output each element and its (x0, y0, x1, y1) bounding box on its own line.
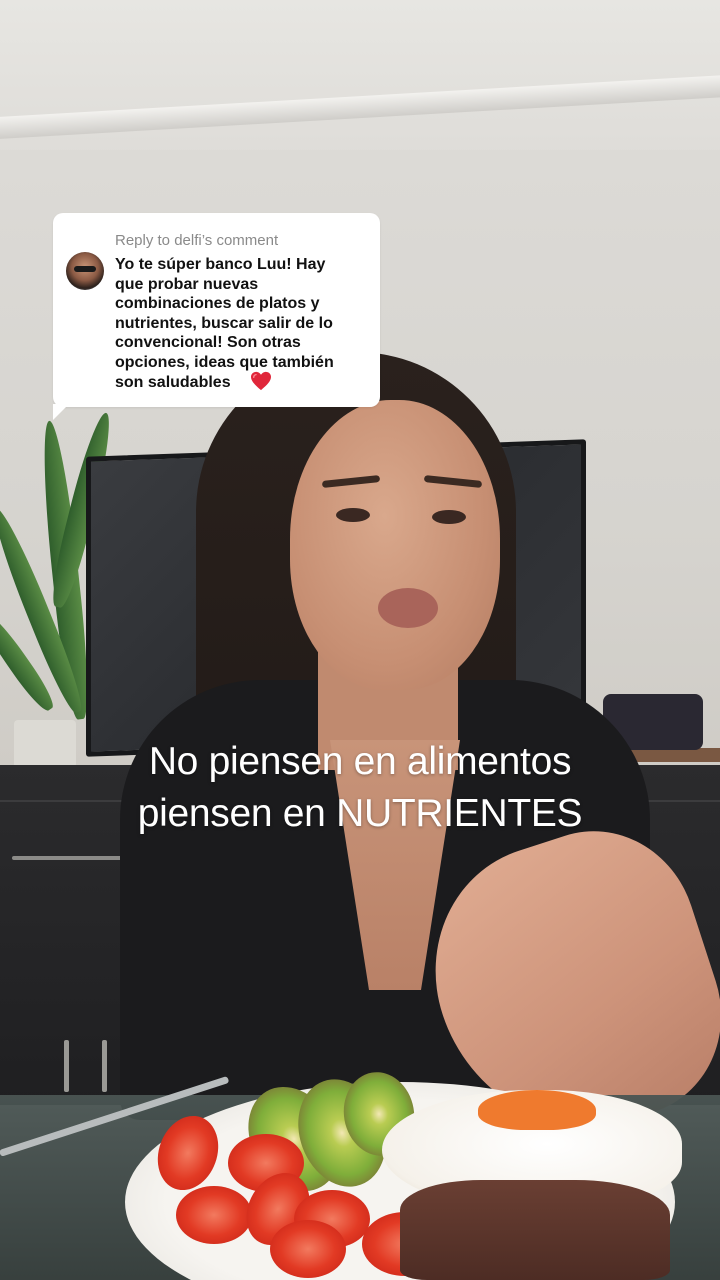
person-face (290, 400, 500, 690)
eye (432, 510, 466, 524)
caption-line-2: piensen en NUTRIENTES (137, 792, 583, 835)
eye (336, 508, 370, 522)
cabinet-handle (12, 856, 127, 860)
cherry-tomato (270, 1220, 346, 1278)
video-frame[interactable] (0, 0, 720, 1280)
caption-line-1: No piensen en alimentos (148, 740, 572, 783)
cabinet-handle (102, 1040, 107, 1092)
reply-label: Reply to delfi’s comment (115, 232, 279, 249)
avatar-sunglasses (74, 266, 96, 272)
comment-bubble-tail (53, 404, 69, 420)
comment-text: Yo te súper banco Luu! Hay que probar nu… (115, 256, 334, 391)
red-heart-icon (251, 371, 271, 391)
cabinet-handle (64, 1040, 69, 1092)
mouth (378, 588, 438, 628)
steak (400, 1180, 670, 1280)
ceiling (0, 0, 720, 160)
avatar[interactable] (66, 252, 104, 290)
egg-yolk (478, 1090, 596, 1130)
cherry-tomato (176, 1186, 252, 1244)
